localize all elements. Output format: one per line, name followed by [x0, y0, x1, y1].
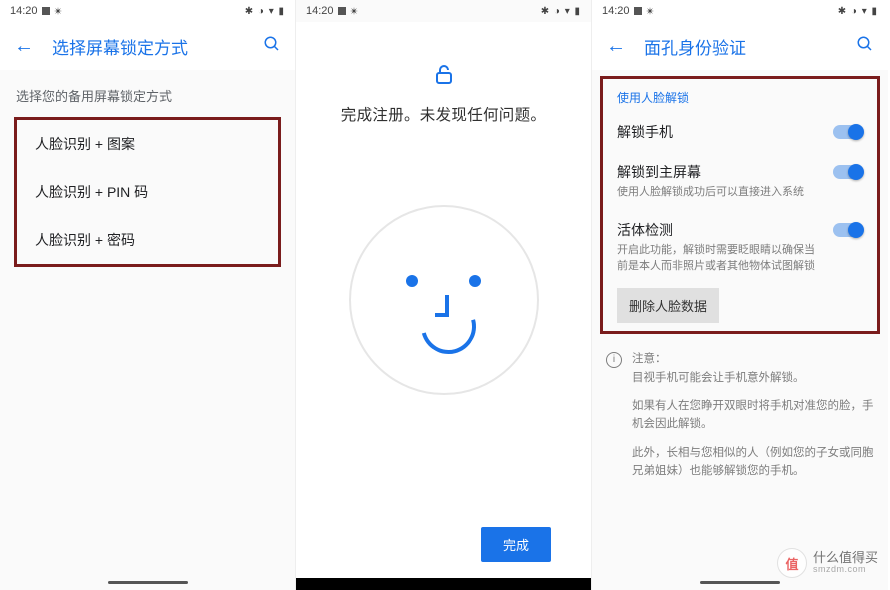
watermark: 值 什么值得买 smzdm.com: [777, 548, 878, 578]
setting-title: 解锁手机: [617, 122, 825, 142]
watermark-text: 什么值得买: [813, 551, 878, 565]
status-wechat-icon: ✴: [350, 5, 359, 18]
lock-option-pattern[interactable]: 人脸识别 + 图案: [17, 120, 278, 168]
setting-sub: 使用人脸解锁成功后可以直接进入系统: [617, 185, 825, 200]
unlock-icon: [432, 62, 456, 91]
back-icon[interactable]: ←: [606, 35, 626, 58]
statusbar: 14:20 ✴ ✱ ◑ ▾ ▮: [296, 0, 591, 22]
statusbar: 14:20 ✴ ✱ ◑ ▾ ▮: [592, 0, 888, 22]
toggle-switch-on[interactable]: [833, 223, 863, 237]
home-indicator[interactable]: [108, 581, 188, 584]
back-icon[interactable]: ←: [14, 35, 34, 58]
screen-face-done: 14:20 ✴ ✱ ◑ ▾ ▮ 完成注册。未发现任何问题。 完成: [296, 0, 592, 590]
status-time: 14:20: [602, 5, 630, 17]
setting-liveness[interactable]: 活体检测 开启此功能，解锁时需要眨眼睛以确保当前是本人而非照片或者其他物体试图解…: [603, 210, 877, 284]
options-highlight: 人脸识别 + 图案 人脸识别 + PIN 码 人脸识别 + 密码: [14, 117, 281, 267]
face-eye-left: [406, 275, 418, 287]
enrollment-body: 完成注册。未发现任何问题。 完成: [296, 22, 591, 590]
page-title: 面孔身份验证: [644, 34, 838, 59]
setting-title: 解锁到主屏幕: [617, 162, 825, 182]
face-illustration: [349, 205, 539, 395]
status-right-icons: ✱ ◑ ▾ ▮: [838, 6, 878, 17]
face-eye-right: [469, 275, 481, 287]
delete-face-button[interactable]: 删除人脸数据: [617, 288, 719, 323]
status-time: 14:20: [306, 5, 334, 17]
status-app-icon: [634, 7, 642, 15]
setting-unlock-home[interactable]: 解锁到主屏幕 使用人脸解锁成功后可以直接进入系统: [603, 152, 877, 210]
info-icon: i: [606, 352, 622, 368]
face-smile: [410, 289, 485, 364]
setting-title: 活体检测: [617, 220, 825, 240]
toggle-switch-on[interactable]: [833, 125, 863, 139]
lock-option-pin[interactable]: 人脸识别 + PIN 码: [17, 168, 278, 216]
search-icon[interactable]: [263, 35, 281, 58]
watermark-url: smzdm.com: [813, 565, 878, 575]
appbar: ← 选择屏幕锁定方式: [0, 22, 295, 70]
subtitle: 选择您的备用屏幕锁定方式: [0, 70, 295, 113]
enrollment-message: 完成注册。未发现任何问题。: [341, 103, 546, 125]
page-title: 选择屏幕锁定方式: [52, 34, 245, 59]
note-title: 注意：: [632, 353, 667, 365]
appbar: ← 面孔身份验证: [592, 22, 888, 70]
note-texts: 注意： 目视手机可能会让手机意外解锁。 如果有人在您睁开双眼时将手机对准您的脸，手…: [632, 350, 874, 490]
status-wechat-icon: ✴: [646, 5, 655, 18]
setting-unlock-phone[interactable]: 解锁手机: [603, 112, 877, 152]
lock-option-password[interactable]: 人脸识别 + 密码: [17, 216, 278, 264]
search-icon[interactable]: [856, 35, 874, 58]
status-time: 14:20: [10, 5, 38, 17]
note-line1: 目视手机可能会让手机意外解锁。: [632, 372, 805, 384]
note-line2: 如果有人在您睁开双眼时将手机对准您的脸，手机会因此解锁。: [632, 397, 874, 434]
settings-highlight: 使用人脸解锁 解锁手机 解锁到主屏幕 使用人脸解锁成功后可以直接进入系统: [600, 76, 880, 334]
done-button[interactable]: 完成: [481, 527, 551, 562]
nav-bar: [296, 578, 591, 590]
status-app-icon: [338, 7, 346, 15]
setting-sub: 开启此功能，解锁时需要眨眼睛以确保当前是本人而非照片或者其他物体试图解锁: [617, 243, 825, 274]
screen-face-settings: 14:20 ✴ ✱ ◑ ▾ ▮ ← 面孔身份验证 使用人脸解锁 解锁手机: [592, 0, 888, 590]
home-indicator[interactable]: [700, 581, 780, 584]
statusbar: 14:20 ✴ ✱ ◑ ▾ ▮: [0, 0, 295, 22]
status-right-icons: ✱ ◑ ▾ ▮: [245, 6, 285, 17]
watermark-icon: 值: [777, 548, 807, 578]
note-line3: 此外，长相与您相似的人（例如您的子女或同胞兄弟姐妹）也能够解锁您的手机。: [632, 444, 874, 481]
toggle-switch-on[interactable]: [833, 165, 863, 179]
status-wechat-icon: ✴: [54, 5, 63, 18]
section-head: 使用人脸解锁: [603, 79, 877, 112]
status-app-icon: [42, 7, 50, 15]
note-block: i 注意： 目视手机可能会让手机意外解锁。 如果有人在您睁开双眼时将手机对准您的脸…: [592, 344, 888, 496]
status-right-icons: ✱ ◑ ▾ ▮: [541, 6, 581, 17]
screen-lock-method: 14:20 ✴ ✱ ◑ ▾ ▮ ← 选择屏幕锁定方式 选择您的备用屏幕锁定方式 …: [0, 0, 296, 590]
